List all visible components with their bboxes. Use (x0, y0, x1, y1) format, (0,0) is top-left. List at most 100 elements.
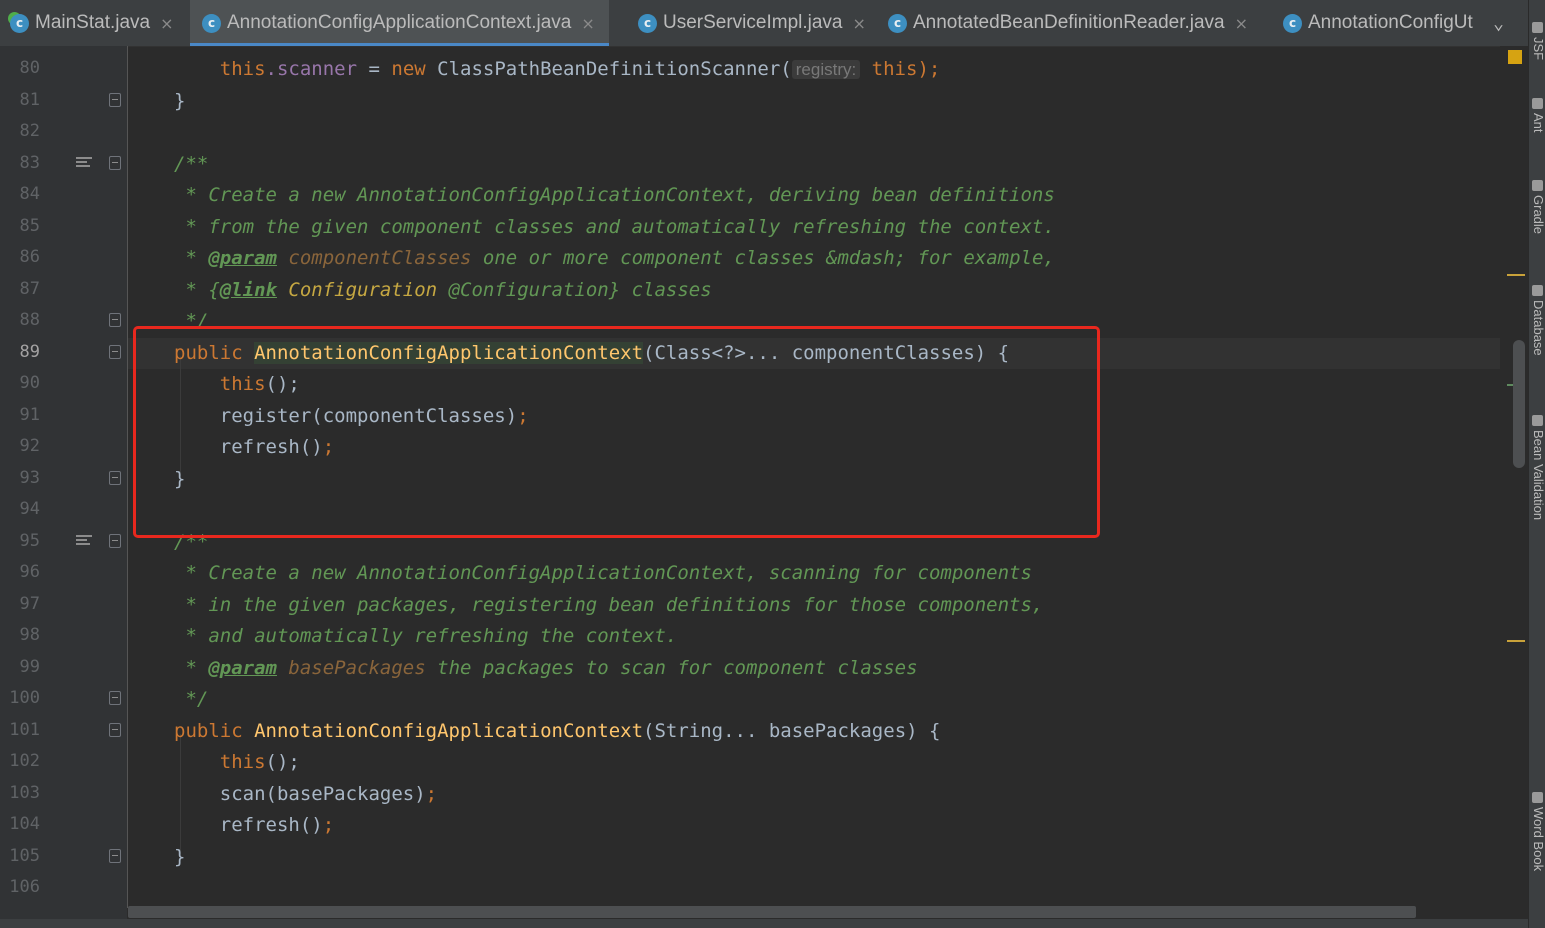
line-number[interactable]: 99 (0, 657, 40, 677)
javadoc-link-ref[interactable]: Configuration (277, 279, 437, 301)
tab-label: AnnotationConfigUt (1308, 12, 1473, 33)
line-number[interactable]: 81 (0, 90, 40, 110)
tool-label: Database (1531, 300, 1545, 356)
tab-userserviceimpl[interactable]: c UserServiceImpl.java × (638, 0, 866, 46)
javadoc-tag: @link (219, 279, 277, 301)
tool-jsf[interactable]: JSF (1529, 22, 1545, 60)
tab-annotationconfigutils[interactable]: c AnnotationConfigUt (1283, 0, 1473, 46)
doc-text: the packages to scan for component class… (425, 657, 918, 679)
doc-text: one or more component classes &mdash; fo… (471, 247, 1055, 269)
tab-annotationconfigapplicationcontext[interactable]: c AnnotationConfigApplicationContext.jav… (190, 0, 609, 46)
tab-overflow-chevron-icon[interactable]: ⌄ (1493, 0, 1504, 46)
code-line-99: * @param basePackages the packages to sc… (174, 657, 918, 679)
semicolon: ; (425, 783, 438, 805)
close-tab-icon[interactable]: × (160, 14, 173, 33)
tab-label: AnnotationConfigApplicationContext.java (227, 12, 572, 33)
code-line-83: /** (174, 153, 209, 175)
line-number[interactable]: 87 (0, 279, 40, 299)
warning-marker[interactable] (1507, 274, 1525, 276)
line-number[interactable]: 89 (0, 342, 40, 362)
line-number[interactable]: 106 (0, 877, 40, 897)
code-line-86: * @param componentClasses one or more co… (174, 247, 1055, 269)
tab-mainstat[interactable]: c MainStat.java × (10, 0, 174, 46)
vertical-scrollbar-thumb[interactable] (1513, 340, 1525, 468)
tool-gradle[interactable]: Gradle (1529, 180, 1545, 234)
line-number[interactable]: 98 (0, 625, 40, 645)
tab-label: MainStat.java (35, 12, 151, 33)
close-tab-icon[interactable]: × (853, 14, 866, 33)
java-class-icon: c (638, 13, 657, 33)
punct: ); (917, 58, 941, 80)
javadoc-tag: @param (208, 247, 277, 269)
java-class-icon: c (10, 13, 29, 33)
tool-label: Bean Validation (1531, 430, 1545, 521)
error-stripe[interactable] (1500, 46, 1528, 908)
fold-marker-icon[interactable] (109, 849, 121, 863)
keyword: this (219, 58, 266, 80)
bottom-edge (0, 919, 1528, 928)
fold-marker-icon[interactable] (109, 534, 121, 548)
line-number[interactable]: 86 (0, 247, 40, 267)
fold-marker-icon[interactable] (109, 313, 121, 327)
tab-annotatedbeandefinitionreader[interactable]: c AnnotatedBeanDefinitionReader.java × (888, 0, 1248, 46)
line-number[interactable]: 91 (0, 405, 40, 425)
line-number[interactable]: 84 (0, 184, 40, 204)
fold-marker-icon[interactable] (109, 723, 121, 737)
keyword: this (871, 58, 918, 80)
horizontal-scrollbar-thumb[interactable] (128, 906, 1416, 918)
line-number[interactable]: 103 (0, 783, 40, 803)
line-number[interactable]: 80 (0, 58, 40, 78)
tool-word-book[interactable]: Word Book (1529, 792, 1545, 871)
code-line-100: */ (174, 688, 209, 710)
jsf-icon (1532, 22, 1543, 33)
line-number[interactable]: 93 (0, 468, 40, 488)
close-tab-icon[interactable]: × (581, 14, 594, 33)
tool-label: Ant (1531, 113, 1545, 133)
line-number[interactable]: 105 (0, 846, 40, 866)
editor-tab-bar: c MainStat.java × c AnnotationConfigAppl… (0, 0, 1528, 47)
warning-marker[interactable] (1507, 640, 1525, 642)
line-number[interactable]: 102 (0, 751, 40, 771)
close-tab-icon[interactable]: × (1235, 14, 1248, 33)
line-number[interactable]: 101 (0, 720, 40, 740)
line-number[interactable]: 104 (0, 814, 40, 834)
line-number[interactable]: 94 (0, 499, 40, 519)
fold-marker-icon[interactable] (109, 471, 121, 485)
line-number[interactable]: 100 (0, 688, 40, 708)
tab-label: AnnotatedBeanDefinitionReader.java (913, 12, 1225, 33)
code-line-98: * and automatically refreshing the conte… (174, 625, 678, 647)
constructor-name[interactable]: AnnotationConfigApplicationContext (254, 720, 643, 742)
tool-ant[interactable]: Ant (1529, 98, 1545, 133)
doc-star: * { (174, 279, 220, 301)
java-class-icon: c (202, 13, 221, 33)
inspection-warning-icon[interactable] (1508, 50, 1522, 64)
tool-bean-validation[interactable]: Bean Validation (1529, 415, 1545, 520)
fold-marker-icon[interactable] (109, 156, 121, 170)
line-number[interactable]: 88 (0, 310, 40, 330)
line-number[interactable]: 83 (0, 153, 40, 173)
code-line-85: * from the given component classes and a… (174, 216, 1055, 238)
keyword: public (174, 720, 243, 742)
line-number[interactable]: 92 (0, 436, 40, 456)
fold-marker-icon[interactable] (109, 93, 121, 107)
gradle-icon (1532, 180, 1543, 191)
line-number[interactable]: 95 (0, 531, 40, 551)
ant-icon (1532, 98, 1543, 109)
tool-database[interactable]: Database (1529, 285, 1545, 356)
line-number[interactable]: 97 (0, 594, 40, 614)
class-name: ClassPathBeanDefinitionScanner( (425, 58, 792, 80)
method-call: scan(basePackages) (219, 783, 426, 805)
code-line-81: } (174, 90, 186, 112)
right-tool-window-strip: JSF Ant Gradle Database Bean Validation … (1528, 0, 1545, 928)
fold-marker-icon[interactable] (109, 691, 121, 705)
doc-star: * (174, 657, 209, 679)
fold-marker-icon[interactable] (109, 345, 121, 359)
code-line-84: * Create a new AnnotationConfigApplicati… (174, 184, 1055, 206)
java-class-icon: c (888, 13, 907, 33)
render-javadoc-icon[interactable] (76, 535, 92, 548)
line-number[interactable]: 82 (0, 121, 40, 141)
line-number[interactable]: 96 (0, 562, 40, 582)
line-number[interactable]: 85 (0, 216, 40, 236)
line-number[interactable]: 90 (0, 373, 40, 393)
render-javadoc-icon[interactable] (76, 157, 92, 170)
